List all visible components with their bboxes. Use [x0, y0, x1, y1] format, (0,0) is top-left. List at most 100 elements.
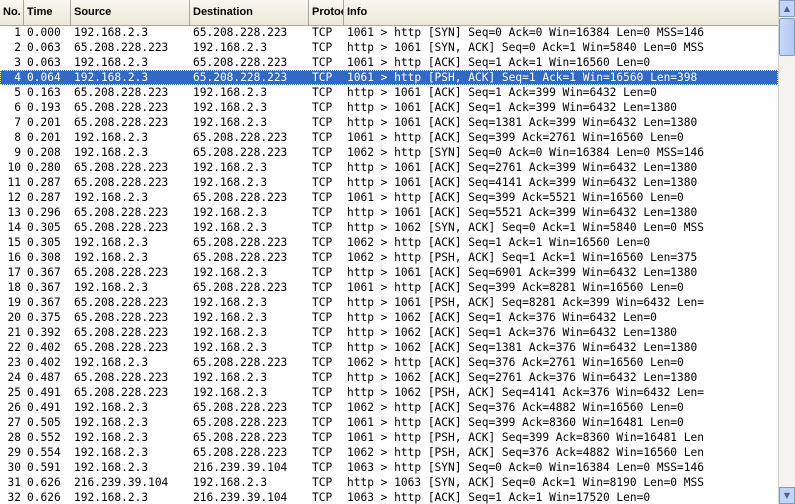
packet-info: http > 1061 [ACK] Seq=6901 Ack=399 Win=6…	[347, 266, 698, 279]
packet-info: 1063 > http [SYN] Seq=0 Ack=0 Win=16384 …	[347, 461, 704, 474]
packet-info: http > 1061 [SYN, ACK] Seq=0 Ack=1 Win=5…	[347, 41, 704, 54]
packet-no: 20	[7, 311, 21, 324]
packet-time: 0.552	[27, 431, 61, 444]
packet-destination: 65.208.228.223	[193, 416, 288, 429]
table-row[interactable]: 1 0.000 192.168.2.3 65.208.228.223 TCP 1061 >…	[0, 25, 778, 40]
table-row[interactable]: 31 0.626 216.239.39.104 192.168.2.3 TCP http …	[0, 475, 778, 490]
packet-info: http > 1062 [PSH, ACK] Seq=4141 Ack=376 …	[347, 386, 704, 399]
table-row[interactable]: 29 0.554 192.168.2.3 65.208.228.223 TCP 1062 …	[0, 445, 778, 460]
packet-destination: 65.208.228.223	[193, 71, 288, 84]
arrow-up-icon[interactable]: ▲	[779, 0, 795, 17]
packet-protocol: TCP	[312, 431, 333, 444]
table-row[interactable]: 21 0.392 65.208.228.223 192.168.2.3 TCP http …	[0, 325, 778, 340]
table-row[interactable]: 25 0.491 65.208.228.223 192.168.2.3 TCP http …	[0, 385, 778, 400]
table-row[interactable]: 12 0.287 192.168.2.3 65.208.228.223 TCP 1061 …	[0, 190, 778, 205]
table-row[interactable]: 8 0.201 192.168.2.3 65.208.228.223 TCP 1061 >…	[0, 130, 778, 145]
packet-time: 0.487	[27, 371, 61, 384]
table-row[interactable]: 30 0.591 192.168.2.3 216.239.39.104 TCP 1063 …	[0, 460, 778, 475]
packet-no: 3	[14, 56, 21, 69]
packet-source: 192.168.2.3	[74, 26, 149, 39]
packet-no: 27	[7, 416, 21, 429]
packet-protocol: TCP	[312, 236, 333, 249]
packet-info: http > 1061 [ACK] Seq=1 Ack=399 Win=6432…	[347, 86, 657, 99]
table-row[interactable]: 2 0.063 65.208.228.223 192.168.2.3 TCP http >…	[0, 40, 778, 55]
table-row[interactable]: 10 0.280 65.208.228.223 192.168.2.3 TCP http …	[0, 160, 778, 175]
packet-time: 0.000	[27, 26, 61, 39]
packet-destination: 65.208.228.223	[193, 356, 288, 369]
table-row[interactable]: 5 0.163 65.208.228.223 192.168.2.3 TCP http >…	[0, 85, 778, 100]
packet-no: 23	[7, 356, 21, 369]
packet-no: 12	[7, 191, 21, 204]
packet-destination: 65.208.228.223	[193, 131, 288, 144]
table-row[interactable]: 24 0.487 65.208.228.223 192.168.2.3 TCP http …	[0, 370, 778, 385]
table-row[interactable]: 32 0.626 192.168.2.3 216.239.39.104 TCP 1063 …	[0, 490, 778, 504]
packet-destination: 65.208.228.223	[193, 56, 288, 69]
packet-protocol: TCP	[312, 341, 333, 354]
packet-info: http > 1062 [SYN, ACK] Seq=0 Ack=1 Win=5…	[347, 221, 704, 234]
packet-protocol: TCP	[312, 296, 333, 309]
packet-destination: 216.239.39.104	[193, 461, 288, 474]
packet-source: 192.168.2.3	[74, 191, 149, 204]
packet-source: 65.208.228.223	[74, 101, 169, 114]
column-header-info[interactable]: Info	[344, 0, 778, 25]
packet-list: 1 0.000 192.168.2.3 65.208.228.223 TCP 1061 >…	[0, 25, 778, 504]
table-row[interactable]: 17 0.367 65.208.228.223 192.168.2.3 TCP http …	[0, 265, 778, 280]
table-row[interactable]: 13 0.296 65.208.228.223 192.168.2.3 TCP http …	[0, 205, 778, 220]
table-row[interactable]: 15 0.305 192.168.2.3 65.208.228.223 TCP 1062 …	[0, 235, 778, 250]
packet-protocol: TCP	[312, 326, 333, 339]
scrollbar-thumb[interactable]	[779, 18, 795, 56]
table-row[interactable]: 20 0.375 65.208.228.223 192.168.2.3 TCP http …	[0, 310, 778, 325]
packet-time: 0.305	[27, 236, 61, 249]
packet-no: 17	[7, 266, 21, 279]
table-row[interactable]: 23 0.402 192.168.2.3 65.208.228.223 TCP 1062 …	[0, 355, 778, 370]
column-header-source[interactable]: Source	[71, 0, 190, 25]
packet-source: 65.208.228.223	[74, 176, 169, 189]
table-row[interactable]: 19 0.367 65.208.228.223 192.168.2.3 TCP http …	[0, 295, 778, 310]
packet-destination: 192.168.2.3	[193, 116, 268, 129]
packet-protocol: TCP	[312, 446, 333, 459]
packet-time: 0.367	[27, 266, 61, 279]
packet-no: 19	[7, 296, 21, 309]
column-header-no[interactable]: No.	[0, 0, 24, 25]
table-row[interactable]: 14 0.305 65.208.228.223 192.168.2.3 TCP http …	[0, 220, 778, 235]
column-header-time[interactable]: Time	[24, 0, 71, 25]
packet-info: 1062 > http [ACK] Seq=1 Ack=1 Win=16560 …	[347, 236, 651, 249]
packet-protocol: TCP	[312, 41, 333, 54]
packet-no: 30	[7, 461, 21, 474]
packet-no: 7	[14, 116, 21, 129]
packet-time: 0.402	[27, 356, 61, 369]
table-row[interactable]: 16 0.308 192.168.2.3 65.208.228.223 TCP 1062 …	[0, 250, 778, 265]
packet-info: http > 1061 [PSH, ACK] Seq=8281 Ack=399 …	[347, 296, 704, 309]
packet-info: 1061 > http [ACK] Seq=399 Ack=8360 Win=1…	[347, 416, 684, 429]
column-header-protocol[interactable]: Protocol	[309, 0, 344, 25]
packet-info: http > 1062 [ACK] Seq=1 Ack=376 Win=6432…	[347, 311, 657, 324]
packet-source: 65.208.228.223	[74, 86, 169, 99]
packet-destination: 65.208.228.223	[193, 191, 288, 204]
table-row[interactable]: 26 0.491 192.168.2.3 65.208.228.223 TCP 1062 …	[0, 400, 778, 415]
table-row[interactable]: 9 0.208 192.168.2.3 65.208.228.223 TCP 1062 >…	[0, 145, 778, 160]
packet-protocol: TCP	[312, 71, 333, 84]
table-row[interactable]: 6 0.193 65.208.228.223 192.168.2.3 TCP http >…	[0, 100, 778, 115]
packet-info: 1062 > http [PSH, ACK] Seq=376 Ack=4882 …	[347, 446, 704, 459]
table-row-selected[interactable]: 4 0.064 192.168.2.3 65.208.228.223 TCP 1061 >…	[0, 70, 778, 85]
column-header-destination[interactable]: Destination	[190, 0, 309, 25]
packet-no: 6	[14, 101, 21, 114]
packet-time: 0.280	[27, 161, 61, 174]
table-row[interactable]: 7 0.201 65.208.228.223 192.168.2.3 TCP http >…	[0, 115, 778, 130]
packet-source: 65.208.228.223	[74, 116, 169, 129]
table-row[interactable]: 3 0.063 192.168.2.3 65.208.228.223 TCP 1061 >…	[0, 55, 778, 70]
vertical-scrollbar[interactable]: ▲ ▼	[778, 0, 795, 504]
packet-info: 1062 > http [SYN] Seq=0 Ack=0 Win=16384 …	[347, 146, 704, 159]
packet-time: 0.064	[27, 71, 61, 84]
packet-info: http > 1062 [ACK] Seq=2761 Ack=376 Win=6…	[347, 371, 698, 384]
table-row[interactable]: 28 0.552 192.168.2.3 65.208.228.223 TCP 1061 …	[0, 430, 778, 445]
table-row[interactable]: 11 0.287 65.208.228.223 192.168.2.3 TCP http …	[0, 175, 778, 190]
arrow-down-icon[interactable]: ▼	[779, 487, 795, 504]
packet-protocol: TCP	[312, 386, 333, 399]
table-row[interactable]: 22 0.402 65.208.228.223 192.168.2.3 TCP http …	[0, 340, 778, 355]
packet-time: 0.626	[27, 491, 61, 504]
packet-no: 16	[7, 251, 21, 264]
table-row[interactable]: 18 0.367 192.168.2.3 65.208.228.223 TCP 1061 …	[0, 280, 778, 295]
table-row[interactable]: 27 0.505 192.168.2.3 65.208.228.223 TCP 1061 …	[0, 415, 778, 430]
packet-source: 65.208.228.223	[74, 206, 169, 219]
